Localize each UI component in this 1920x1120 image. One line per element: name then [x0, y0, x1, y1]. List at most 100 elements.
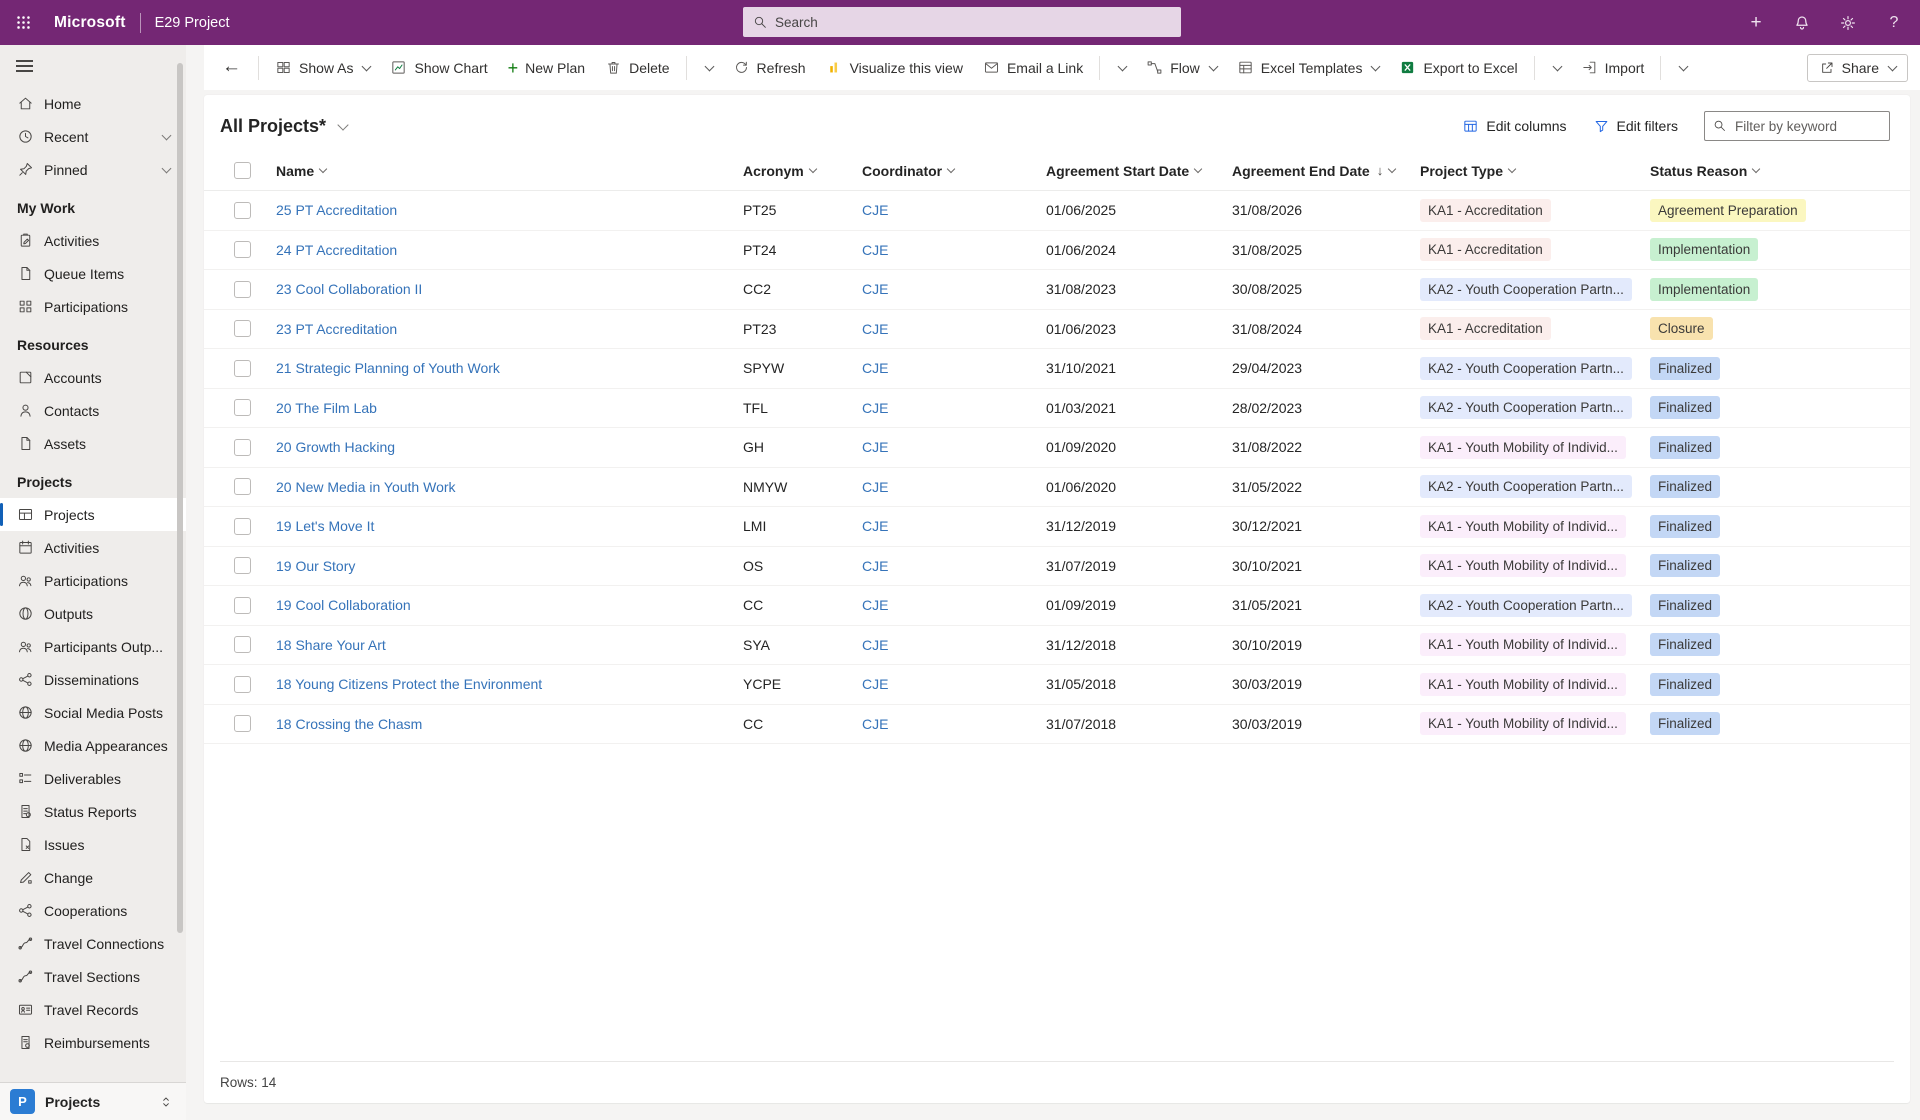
coordinator-link[interactable]: CJE — [862, 518, 888, 534]
column-header-agreement-start-date[interactable]: Agreement Start Date — [1046, 163, 1232, 179]
row-checkbox[interactable] — [234, 518, 251, 535]
coordinator-link[interactable]: CJE — [862, 281, 888, 297]
overflow-button[interactable] — [1542, 59, 1570, 77]
edit-filters-button[interactable]: Edit filters — [1585, 112, 1686, 141]
sidebar-item-project-participations[interactable]: Participations — [0, 564, 186, 597]
global-search-input[interactable] — [743, 7, 1181, 37]
project-name-link[interactable]: 24 PT Accreditation — [276, 242, 397, 258]
column-header-agreement-end-date[interactable]: Agreement End Date↓ — [1232, 163, 1420, 179]
table-row[interactable]: 25 PT Accreditation PT25 CJE 01/06/2025 … — [204, 191, 1910, 231]
coordinator-link[interactable]: CJE — [862, 558, 888, 574]
row-checkbox[interactable] — [234, 241, 251, 258]
table-row[interactable]: 20 The Film Lab TFL CJE 01/03/2021 28/02… — [204, 389, 1910, 429]
sidebar-item-pinned[interactable]: Pinned — [0, 153, 186, 186]
row-checkbox[interactable] — [234, 597, 251, 614]
sidebar-item-outputs[interactable]: Outputs — [0, 597, 186, 630]
coordinator-link[interactable]: CJE — [862, 360, 888, 376]
coordinator-link[interactable]: CJE — [862, 202, 888, 218]
sidebar-item-reimbursements[interactable]: Reimbursements — [0, 1026, 186, 1059]
table-row[interactable]: 20 New Media in Youth Work NMYW CJE 01/0… — [204, 468, 1910, 508]
email-link-button[interactable]: Email a Link — [974, 52, 1092, 83]
select-all-checkbox[interactable] — [234, 162, 251, 179]
overflow-button[interactable] — [1668, 59, 1696, 77]
row-checkbox[interactable] — [234, 715, 251, 732]
overflow-button[interactable] — [1107, 59, 1135, 77]
area-switcher[interactable]: P Projects — [0, 1082, 186, 1120]
table-row[interactable]: 20 Growth Hacking GH CJE 01/09/2020 31/0… — [204, 428, 1910, 468]
import-button[interactable]: Import — [1572, 52, 1654, 83]
column-header-project-type[interactable]: Project Type — [1420, 163, 1650, 179]
coordinator-link[interactable]: CJE — [862, 400, 888, 416]
project-name-link[interactable]: 20 New Media in Youth Work — [276, 479, 456, 495]
table-row[interactable]: 19 Cool Collaboration CC CJE 01/09/2019 … — [204, 586, 1910, 626]
waffle-menu-button[interactable] — [0, 0, 46, 45]
coordinator-link[interactable]: CJE — [862, 479, 888, 495]
coordinator-link[interactable]: CJE — [862, 242, 888, 258]
show-as-button[interactable]: Show As — [266, 52, 379, 83]
overflow-button[interactable] — [694, 59, 722, 77]
table-row[interactable]: 19 Our Story OS CJE 31/07/2019 30/10/202… — [204, 547, 1910, 587]
coordinator-link[interactable]: CJE — [862, 597, 888, 613]
sidebar-item-project-activities[interactable]: Activities — [0, 531, 186, 564]
project-name-link[interactable]: 19 Our Story — [276, 558, 355, 574]
project-name-link[interactable]: 23 PT Accreditation — [276, 321, 397, 337]
sidebar-item-status-reports[interactable]: Status Reports — [0, 795, 186, 828]
help-button[interactable]: ? — [1884, 13, 1904, 33]
new-plan-button[interactable]: + New Plan — [499, 53, 594, 83]
sidebar-item-accounts[interactable]: Accounts — [0, 361, 186, 394]
app-name[interactable]: E29 Project — [155, 15, 230, 31]
coordinator-link[interactable]: CJE — [862, 321, 888, 337]
row-checkbox[interactable] — [234, 478, 251, 495]
refresh-button[interactable]: Refresh — [724, 52, 815, 83]
coordinator-link[interactable]: CJE — [862, 676, 888, 692]
project-name-link[interactable]: 18 Young Citizens Protect the Environmen… — [276, 676, 542, 692]
share-button[interactable]: Share — [1807, 54, 1908, 82]
sidebar-item-home[interactable]: Home — [0, 87, 186, 120]
row-checkbox[interactable] — [234, 360, 251, 377]
row-checkbox[interactable] — [234, 399, 251, 416]
sidebar-item-activities[interactable]: Activities — [0, 224, 186, 257]
flow-button[interactable]: Flow — [1137, 52, 1226, 83]
sidebar-item-assets[interactable]: Assets — [0, 427, 186, 460]
back-button[interactable]: ← — [212, 52, 251, 84]
sidebar-item-contacts[interactable]: Contacts — [0, 394, 186, 427]
keyword-filter[interactable] — [1704, 111, 1890, 141]
table-row[interactable]: 23 PT Accreditation PT23 CJE 01/06/2023 … — [204, 310, 1910, 350]
table-row[interactable]: 18 Young Citizens Protect the Environmen… — [204, 665, 1910, 705]
sidebar-scrollbar[interactable] — [177, 63, 183, 933]
project-name-link[interactable]: 19 Let's Move It — [276, 518, 374, 534]
notifications-button[interactable] — [1792, 13, 1812, 33]
coordinator-link[interactable]: CJE — [862, 439, 888, 455]
view-selector[interactable]: All Projects* — [220, 116, 347, 137]
sidebar-item-change[interactable]: Change — [0, 861, 186, 894]
sidebar-item-queue-items[interactable]: Queue Items — [0, 257, 186, 290]
table-row[interactable]: 19 Let's Move It LMI CJE 31/12/2019 30/1… — [204, 507, 1910, 547]
keyword-filter-input[interactable] — [1704, 111, 1890, 141]
sidebar-item-deliverables[interactable]: Deliverables — [0, 762, 186, 795]
sidebar-item-social-media-posts[interactable]: Social Media Posts — [0, 696, 186, 729]
table-row[interactable]: 21 Strategic Planning of Youth Work SPYW… — [204, 349, 1910, 389]
project-name-link[interactable]: 23 Cool Collaboration II — [276, 281, 422, 297]
row-checkbox[interactable] — [234, 320, 251, 337]
project-name-link[interactable]: 18 Share Your Art — [276, 637, 386, 653]
table-row[interactable]: 23 Cool Collaboration II CC2 CJE 31/08/2… — [204, 270, 1910, 310]
project-name-link[interactable]: 19 Cool Collaboration — [276, 597, 411, 613]
row-checkbox[interactable] — [234, 281, 251, 298]
row-checkbox[interactable] — [234, 439, 251, 456]
row-checkbox[interactable] — [234, 557, 251, 574]
sidebar-item-travel-sections[interactable]: Travel Sections — [0, 960, 186, 993]
project-name-link[interactable]: 18 Crossing the Chasm — [276, 716, 422, 732]
project-name-link[interactable]: 20 Growth Hacking — [276, 439, 395, 455]
column-header-acronym[interactable]: Acronym — [743, 163, 862, 179]
sidebar-item-participants-outputs[interactable]: Participants Outp... — [0, 630, 186, 663]
table-row[interactable]: 18 Crossing the Chasm CC CJE 31/07/2018 … — [204, 705, 1910, 745]
excel-templates-button[interactable]: Excel Templates — [1228, 52, 1389, 83]
sidebar-item-travel-connections[interactable]: Travel Connections — [0, 927, 186, 960]
project-name-link[interactable]: 21 Strategic Planning of Youth Work — [276, 360, 500, 376]
table-row[interactable]: 24 PT Accreditation PT24 CJE 01/06/2024 … — [204, 231, 1910, 271]
show-chart-button[interactable]: Show Chart — [381, 52, 496, 83]
row-checkbox[interactable] — [234, 676, 251, 693]
delete-button[interactable]: Delete — [596, 52, 678, 83]
row-checkbox[interactable] — [234, 636, 251, 653]
project-name-link[interactable]: 20 The Film Lab — [276, 400, 377, 416]
